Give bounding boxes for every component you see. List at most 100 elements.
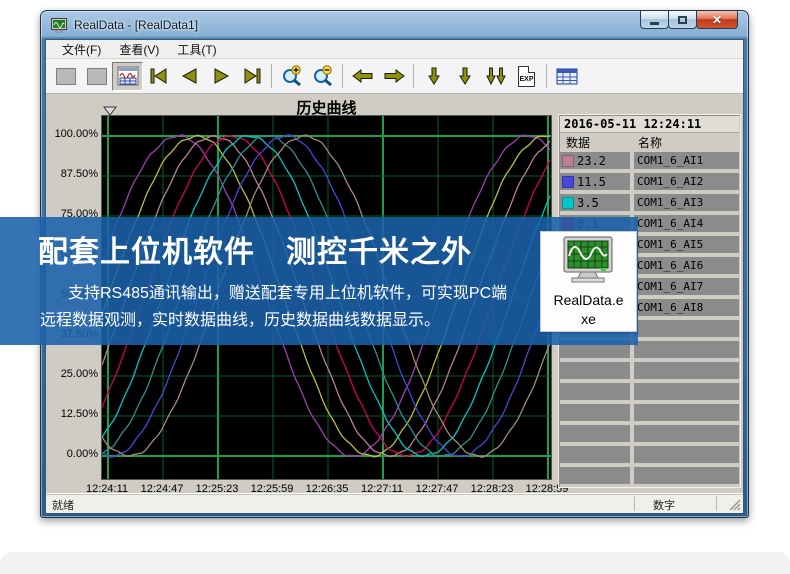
- cursor-down-button[interactable]: [418, 62, 449, 91]
- value-text: 11.5: [577, 175, 606, 189]
- history-chart-icon: [117, 66, 139, 86]
- x-axis-tick: 12:25:23: [188, 483, 246, 493]
- export-icon: EXP: [518, 66, 535, 87]
- cell-name: [634, 362, 739, 379]
- zoom-in-button[interactable]: [276, 62, 307, 91]
- pan-right-button[interactable]: [378, 62, 409, 91]
- cell-name: [634, 341, 739, 358]
- table-row[interactable]: [560, 467, 739, 484]
- pan-left-button[interactable]: [347, 62, 378, 91]
- cell-name: [634, 320, 739, 337]
- page-down-icon: [483, 66, 509, 86]
- icon-caption-line2: xe: [541, 310, 636, 329]
- close-icon: ✕: [712, 14, 722, 26]
- cell-value: [560, 362, 630, 379]
- data-table-button[interactable]: [551, 62, 582, 91]
- x-axis-tick: 12:25:59: [243, 483, 301, 493]
- x-axis-tick: 12:24:47: [133, 483, 191, 493]
- cell-name: [634, 467, 739, 484]
- go-next-icon: [210, 67, 232, 85]
- y-axis-tick: 12.50%: [46, 408, 98, 420]
- cell-name: [634, 383, 739, 400]
- cell-name: COM1_6_AI1: [634, 152, 739, 169]
- table-row[interactable]: [560, 383, 739, 400]
- status-separator: [716, 496, 717, 511]
- y-axis-tick: 100.00%: [46, 128, 98, 140]
- table-row[interactable]: 11.5 COM1_6_AI2: [560, 173, 739, 190]
- cell-value: [560, 446, 630, 463]
- y-axis-tick: 25.00%: [46, 368, 98, 380]
- app-icon: [51, 18, 68, 33]
- step-down-icon: [455, 66, 475, 86]
- maximize-icon: [678, 16, 687, 24]
- table-row[interactable]: 3.5 COM1_6_AI3: [560, 194, 739, 211]
- x-axis-tick: 12:27:47: [408, 483, 466, 493]
- window-title: RealData - [RealData1]: [74, 18, 198, 32]
- series-color-swatch: [562, 155, 574, 167]
- title-bar[interactable]: RealData - [RealData1] ✕: [41, 11, 748, 39]
- cell-value: [560, 425, 630, 442]
- go-last-button[interactable]: [236, 62, 267, 91]
- series-color-swatch: [562, 176, 574, 188]
- pause-icon: [87, 68, 107, 85]
- cell-name: COM1_6_AI2: [634, 173, 739, 190]
- minimize-button[interactable]: [640, 11, 669, 29]
- zoom-out-button[interactable]: [307, 62, 338, 91]
- y-axis-tick: 0.00%: [46, 448, 98, 460]
- cell-name: COM1_6_AI4: [634, 215, 739, 232]
- table-row[interactable]: [560, 362, 739, 379]
- toolbar-separator: [413, 64, 414, 88]
- menu-view[interactable]: 查看(V): [111, 40, 167, 59]
- realdata-exe-icon-box: RealData.e xe: [540, 231, 637, 332]
- menu-tools[interactable]: 工具(T): [169, 40, 224, 59]
- pause-button[interactable]: [81, 62, 112, 91]
- cell-name: [634, 446, 739, 463]
- cell-name: COM1_6_AI3: [634, 194, 739, 211]
- monitor-icon: [541, 232, 636, 286]
- go-last-icon: [241, 67, 263, 85]
- page-down-button[interactable]: [480, 62, 511, 91]
- history-chart-button[interactable]: [112, 62, 143, 91]
- table-row[interactable]: [560, 404, 739, 421]
- status-separator: [634, 496, 635, 511]
- cell-name: COM1_6_AI6: [634, 257, 739, 274]
- step-down-button[interactable]: [449, 62, 480, 91]
- pan-left-icon: [351, 67, 375, 85]
- table-row[interactable]: [560, 425, 739, 442]
- go-next-button[interactable]: [205, 62, 236, 91]
- toolbar-separator: [342, 64, 343, 88]
- x-axis-tick: 12:27:11: [353, 483, 411, 493]
- panel-datetime: 2016-05-11 12:24:11: [560, 116, 739, 133]
- cell-name: [634, 404, 739, 421]
- page-bottom-band: [0, 552, 790, 574]
- maximize-button[interactable]: [668, 11, 697, 29]
- close-button[interactable]: ✕: [696, 11, 738, 29]
- zoom-out-icon: [311, 65, 335, 87]
- go-prev-button[interactable]: [174, 62, 205, 91]
- go-first-button[interactable]: [143, 62, 174, 91]
- toolbar-separator: [546, 64, 547, 88]
- value-text: 3.5: [577, 196, 599, 210]
- go-first-icon: [148, 67, 170, 85]
- cell-name: COM1_6_AI8: [634, 299, 739, 316]
- pan-right-icon: [382, 67, 406, 85]
- banner-line2: 远程数据观测，实时数据曲线，历史数据曲线数据显示。: [40, 306, 440, 330]
- cell-value: [560, 404, 630, 421]
- stop-button[interactable]: [50, 62, 81, 91]
- page: RealData - [RealData1] ✕ 文件(F) 查看(V) 工具(…: [0, 0, 790, 574]
- tool-bar: EXP: [46, 59, 743, 94]
- x-axis-tick: 12:26:35: [298, 483, 356, 493]
- resize-grip[interactable]: [728, 498, 741, 511]
- cell-value: [560, 467, 630, 484]
- banner-line1: 支持RS485通讯输出，赠送配套专用上位机软件，可实现PC端: [68, 279, 507, 303]
- table-row[interactable]: [560, 446, 739, 463]
- cell-value: 23.2: [560, 152, 630, 169]
- export-button[interactable]: EXP: [511, 62, 542, 91]
- y-axis-tick: 87.50%: [46, 168, 98, 180]
- x-axis-tick: 12:24:11: [78, 483, 136, 493]
- table-row[interactable]: 23.2COM1_6_AI1: [560, 152, 739, 169]
- cell-name: [634, 425, 739, 442]
- column-name: 名称: [634, 134, 739, 150]
- icon-caption-line1: RealData.e: [541, 291, 636, 310]
- menu-file[interactable]: 文件(F): [54, 40, 109, 59]
